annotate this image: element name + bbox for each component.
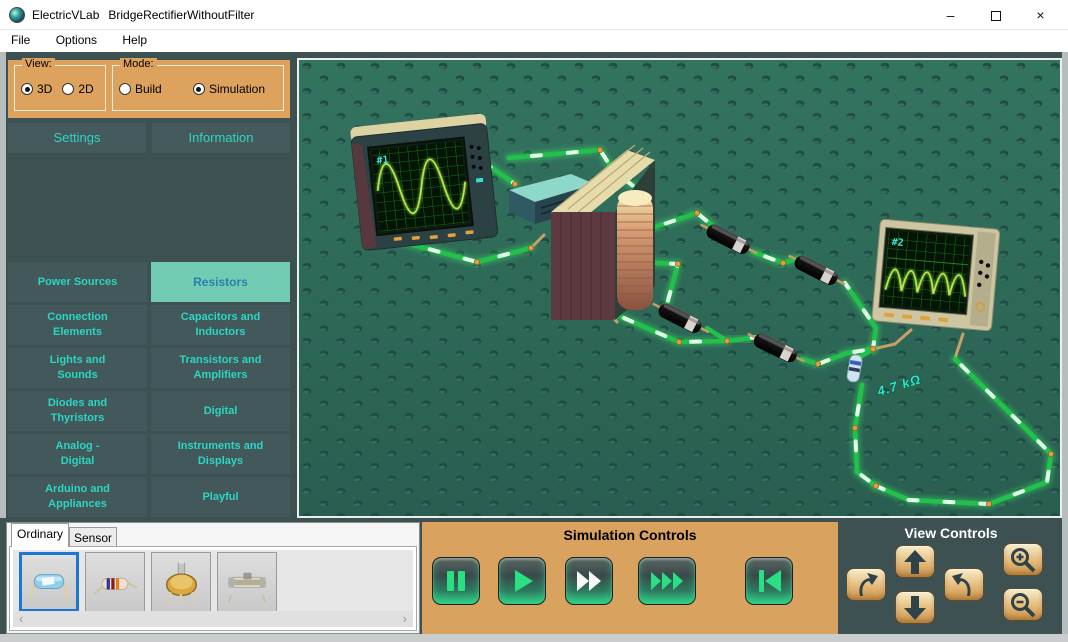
pan-up-icon xyxy=(901,549,929,575)
thumbnail-resistor-blue[interactable] xyxy=(19,552,79,612)
category-grid: Power Sources Resistors Connection Eleme… xyxy=(8,262,290,517)
simulation-controls-panel: Simulation Controls xyxy=(422,522,838,634)
maximize-icon xyxy=(991,11,1001,21)
maximize-button[interactable] xyxy=(973,0,1018,30)
pan-up-button[interactable] xyxy=(895,545,935,578)
rotate-left-icon xyxy=(852,572,880,598)
window-edge-bottom xyxy=(0,634,1068,642)
view-controls-panel: View Controls xyxy=(840,522,1062,634)
resistor-tubular-icon xyxy=(222,557,272,607)
play-icon xyxy=(507,566,537,596)
document-name: BridgeRectifierWithoutFilter xyxy=(108,8,254,22)
window-title: ElectricVLab BridgeRectifierWithoutFilter xyxy=(32,0,263,30)
category-resistors[interactable]: Resistors xyxy=(151,262,290,302)
radio-2d[interactable]: 2D xyxy=(62,82,93,96)
resistor-banded-icon xyxy=(90,557,140,607)
mode-group-legend: Mode: xyxy=(120,58,157,70)
palette-body: ‹ › xyxy=(9,546,417,631)
radio-3d[interactable]: 3D xyxy=(21,82,52,96)
thumbnail-strip xyxy=(13,550,413,614)
resistor-blue-icon xyxy=(24,557,74,607)
category-connection-elements[interactable]: Connection Elements xyxy=(8,305,147,345)
pan-down-icon xyxy=(901,595,929,621)
close-icon: × xyxy=(1036,7,1044,23)
app-window: ElectricVLab BridgeRectifierWithoutFilter… xyxy=(0,0,1068,642)
rotate-right-icon xyxy=(950,572,978,598)
pause-icon xyxy=(441,566,471,596)
settings-button[interactable]: Settings xyxy=(8,123,146,153)
viewport-3d[interactable]: #1 xyxy=(297,58,1062,518)
zoom-out-icon xyxy=(1009,592,1037,618)
radio-simulation-label: Simulation xyxy=(209,82,265,96)
radio-circle-icon xyxy=(119,83,131,95)
radio-build[interactable]: Build xyxy=(119,82,162,96)
mode-group: Mode: Build Simulation xyxy=(112,65,284,111)
oscilloscope-1[interactable]: #1 xyxy=(350,113,498,251)
category-transistors-amplifiers[interactable]: Transistors and Amplifiers xyxy=(151,348,290,388)
zoom-out-button[interactable] xyxy=(1003,588,1043,621)
minimize-icon: – xyxy=(947,7,955,23)
window-edge-left xyxy=(0,52,6,518)
potentiometer-icon xyxy=(156,557,206,607)
play-button[interactable] xyxy=(498,557,546,605)
category-diodes-thyristors[interactable]: Diodes and Thyristors xyxy=(8,391,147,431)
titlebar: ElectricVLab BridgeRectifierWithoutFilter… xyxy=(0,0,1068,30)
radio-circle-icon xyxy=(193,83,205,95)
menu-help[interactable]: Help xyxy=(111,30,158,52)
app-logo-icon xyxy=(9,7,25,23)
category-analog-digital[interactable]: Analog - Digital xyxy=(8,434,147,474)
category-playful[interactable]: Playful xyxy=(151,477,290,517)
fast-forward-3x-icon xyxy=(648,566,686,596)
information-button[interactable]: Information xyxy=(152,123,290,153)
category-instruments-displays[interactable]: Instruments and Displays xyxy=(151,434,290,474)
category-arduino-appliances[interactable]: Arduino and Appliances xyxy=(8,477,147,517)
scroll-left-icon[interactable]: ‹ xyxy=(19,611,23,626)
oscilloscope-2[interactable]: #2 xyxy=(872,219,1000,331)
view-group-legend: View: xyxy=(22,58,55,70)
simulation-controls-title: Simulation Controls xyxy=(422,527,838,543)
radio-3d-label: 3D xyxy=(37,82,52,96)
thumbnail-potentiometer[interactable] xyxy=(151,552,211,612)
zoom-in-button[interactable] xyxy=(1003,543,1043,576)
radio-2d-label: 2D xyxy=(78,82,93,96)
scroll-right-icon[interactable]: › xyxy=(403,611,407,626)
pause-button[interactable] xyxy=(432,557,480,605)
thumbnail-resistor-banded[interactable] xyxy=(85,552,145,612)
rotate-right-button[interactable] xyxy=(944,568,984,601)
minimize-button[interactable]: – xyxy=(928,0,973,30)
rotate-left-button[interactable] xyxy=(846,568,886,601)
category-power-sources[interactable]: Power Sources xyxy=(8,262,147,302)
skip-to-start-button[interactable] xyxy=(745,557,793,605)
pan-down-button[interactable] xyxy=(895,591,935,624)
thumbnail-scrollbar[interactable]: ‹ › xyxy=(13,611,413,627)
radio-circle-icon xyxy=(62,83,74,95)
radio-build-label: Build xyxy=(135,82,162,96)
menu-options[interactable]: Options xyxy=(45,30,108,52)
category-digital[interactable]: Digital xyxy=(151,391,290,431)
fast-forward-2x-icon xyxy=(574,566,604,596)
fast-forward-3x-button[interactable] xyxy=(638,557,696,605)
view-controls-title: View Controls xyxy=(840,525,1062,541)
fast-forward-2x-button[interactable] xyxy=(565,557,613,605)
tab-ordinary[interactable]: Ordinary xyxy=(11,523,69,547)
tab-sensor[interactable]: Sensor xyxy=(69,527,117,547)
category-capacitors-inductors[interactable]: Capacitors and Inductors xyxy=(151,305,290,345)
view-group: View: 3D 2D xyxy=(14,65,106,111)
close-button[interactable]: × xyxy=(1018,0,1063,30)
menu-file[interactable]: File xyxy=(0,30,41,52)
radio-simulation[interactable]: Simulation xyxy=(193,82,265,96)
menubar: File Options Help xyxy=(0,30,1068,52)
circuit-scene[interactable]: #1 xyxy=(299,60,1060,516)
parts-palette: Ordinary Sensor xyxy=(6,522,420,634)
thumbnail-resistor-tubular[interactable] xyxy=(217,552,277,612)
zoom-in-icon xyxy=(1009,547,1037,573)
view-mode-panel: View: 3D 2D Mode: Build Simulation xyxy=(8,60,290,118)
skip-to-start-icon xyxy=(754,566,784,596)
scope2-channel-label: #2 xyxy=(891,237,904,249)
category-lights-sounds[interactable]: Lights and Sounds xyxy=(8,348,147,388)
window-edge-right xyxy=(1062,52,1068,634)
scope1-channel-label: #1 xyxy=(376,155,389,167)
app-name: ElectricVLab xyxy=(32,8,99,22)
radio-circle-icon xyxy=(21,83,33,95)
